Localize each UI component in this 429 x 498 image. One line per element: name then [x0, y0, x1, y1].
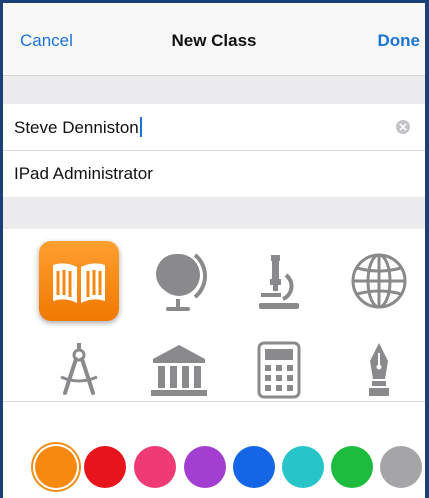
- class-name-value[interactable]: Steve Denniston: [14, 117, 142, 138]
- color-swatch-pink[interactable]: [134, 446, 176, 488]
- clear-text-icon[interactable]: [396, 120, 410, 134]
- new-class-sheet: Cancel New Class Done Steve Denniston IP…: [0, 0, 429, 498]
- color-picker: [3, 402, 425, 498]
- class-name-field[interactable]: Steve Denniston: [3, 104, 425, 151]
- globe-icon[interactable]: [139, 241, 219, 321]
- page-title: New Class: [171, 31, 257, 50]
- color-swatch-red[interactable]: [84, 446, 126, 488]
- done-button[interactable]: Done: [378, 31, 421, 51]
- pen-nib-icon[interactable]: [339, 329, 419, 409]
- section-separator: [3, 76, 425, 104]
- navigation-bar: Cancel New Class Done: [3, 3, 425, 76]
- columns-building-icon[interactable]: [139, 329, 219, 409]
- icon-picker: [3, 229, 425, 399]
- world-grid-icon[interactable]: [339, 241, 419, 321]
- color-swatch-purple[interactable]: [184, 446, 226, 488]
- compass-icon[interactable]: [39, 329, 119, 409]
- description-value[interactable]: IPad Administrator: [14, 164, 153, 184]
- color-swatch-gray[interactable]: [380, 446, 422, 488]
- color-swatch-blue[interactable]: [233, 446, 275, 488]
- calculator-icon[interactable]: [239, 329, 319, 409]
- color-swatch-teal[interactable]: [282, 446, 324, 488]
- color-swatch-orange[interactable]: [35, 446, 77, 488]
- text-cursor: [139, 117, 142, 137]
- color-swatch-green[interactable]: [331, 446, 373, 488]
- description-field[interactable]: IPad Administrator: [3, 151, 425, 197]
- microscope-icon[interactable]: [239, 241, 319, 321]
- section-separator: [3, 197, 425, 229]
- book-icon[interactable]: [39, 241, 119, 321]
